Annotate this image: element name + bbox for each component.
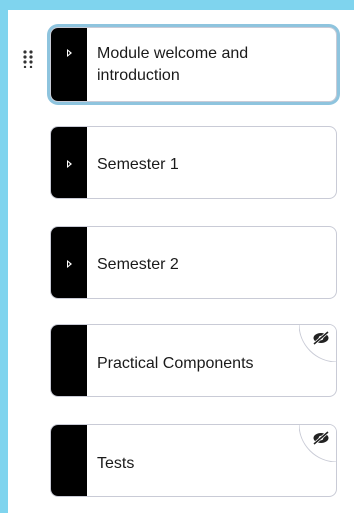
module-card-bar xyxy=(51,325,87,396)
module-card-bar xyxy=(51,28,87,101)
module-card-bar xyxy=(51,127,87,198)
module-title: Semester 1 xyxy=(97,156,179,173)
eye-slash-icon[interactable] xyxy=(312,331,330,345)
module-title: Tests xyxy=(97,455,135,472)
module-title: Practical Components xyxy=(97,355,254,372)
caret-right-icon-inner xyxy=(68,162,70,166)
module-title: Semester 2 xyxy=(97,256,179,273)
caret-right-icon-inner xyxy=(68,51,70,55)
module-card-practical-components[interactable]: Practical Components xyxy=(50,324,337,397)
eye-slash-icon[interactable] xyxy=(312,431,330,445)
module-card-welcome[interactable]: Module welcome and introduction xyxy=(50,27,337,102)
module-card-semester-2[interactable]: Semester 2 xyxy=(50,226,337,299)
module-title: Module welcome and introduction xyxy=(97,43,322,87)
window-left-edge xyxy=(0,0,8,513)
module-card-tests[interactable]: Tests xyxy=(50,424,337,497)
module-card-bar xyxy=(51,425,87,496)
module-card-bar xyxy=(51,227,87,298)
module-title-line1: Module welcome and xyxy=(97,45,249,62)
drag-handle-icon[interactable] xyxy=(23,50,33,68)
window-top-edge xyxy=(0,0,354,10)
module-card-semester-1[interactable]: Semester 1 xyxy=(50,126,337,199)
caret-right-icon-inner xyxy=(68,262,70,266)
module-title-line2: introduction xyxy=(97,67,180,84)
